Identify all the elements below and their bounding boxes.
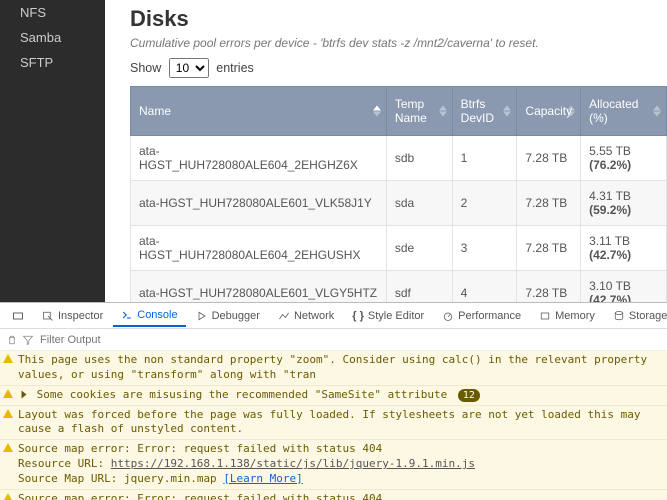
cell-cap: 7.28 TB [517, 226, 581, 271]
cell-temp: sdf [386, 271, 452, 303]
col-temp[interactable]: Temp Name [386, 87, 452, 136]
count-badge: 12 [458, 389, 480, 403]
page-title: Disks [130, 6, 667, 32]
trash-icon[interactable] [6, 334, 18, 346]
cell-devid: 3 [452, 226, 517, 271]
cell-alloc: 3.10 TB (42.7%) [581, 271, 667, 303]
table-row[interactable]: ata-HGST_HUH728080ALE604_2EHGHZ6Xsdb17.2… [131, 136, 667, 181]
console-warning: Source map error: Error: request failed … [0, 490, 667, 500]
cell-cap: 7.28 TB [517, 271, 581, 303]
cell-name: ata-HGST_HUH728080ALE604_2EHGUSHX [131, 226, 387, 271]
cell-name: ata-HGST_HUH728080ALE604_2EHGHZ6X [131, 136, 387, 181]
tab-console[interactable]: Console [113, 305, 185, 327]
warning-icon [3, 354, 13, 363]
col-name[interactable]: Name [131, 87, 387, 136]
console-warning: Layout was forced before the page was fu… [0, 406, 667, 441]
cell-devid: 2 [452, 181, 517, 226]
show-label-post: entries [216, 61, 254, 75]
console-warning[interactable]: Some cookies are misusing the recommende… [0, 386, 667, 406]
cell-temp: sda [386, 181, 452, 226]
resource-url-link[interactable]: https://192.168.1.138/static/js/lib/jque… [111, 457, 475, 470]
table-row[interactable]: ata-HGST_HUH728080ALE601_VLGY5HTZsdf47.2… [131, 271, 667, 303]
warning-icon [3, 409, 13, 418]
tab-storage[interactable]: Storage [605, 306, 667, 326]
tab-styleeditor[interactable]: { } Style Editor [344, 306, 432, 326]
cell-devid: 4 [452, 271, 517, 303]
cell-temp: sdb [386, 136, 452, 181]
cell-alloc: 4.31 TB (59.2%) [581, 181, 667, 226]
entries-select[interactable]: 10 [169, 58, 209, 78]
cell-cap: 7.28 TB [517, 136, 581, 181]
cell-name: ata-HGST_HUH728080ALE601_VLK58J1Y [131, 181, 387, 226]
cell-devid: 1 [452, 136, 517, 181]
filter-input[interactable] [38, 333, 158, 347]
sidebar-item-samba[interactable]: Samba [0, 25, 105, 50]
show-label-pre: Show [130, 61, 161, 75]
tab-memory[interactable]: Memory [531, 306, 603, 326]
cell-name: ata-HGST_HUH728080ALE601_VLGY5HTZ [131, 271, 387, 303]
col-capacity[interactable]: Capacity [517, 87, 581, 136]
table-row[interactable]: ata-HGST_HUH728080ALE604_2EHGUSHXsde37.2… [131, 226, 667, 271]
page-subtitle: Cumulative pool errors per device - 'btr… [130, 36, 667, 50]
col-allocated[interactable]: Allocated (%) [581, 87, 667, 136]
funnel-icon[interactable] [22, 334, 34, 346]
warning-icon [3, 443, 13, 452]
cell-cap: 7.28 TB [517, 181, 581, 226]
sidebar-item-sftp[interactable]: SFTP [0, 50, 105, 75]
warning-icon [3, 389, 13, 398]
devtools-tab-toggle[interactable] [4, 306, 32, 326]
tab-performance[interactable]: Performance [434, 306, 529, 326]
cell-alloc: 5.55 TB (76.2%) [581, 136, 667, 181]
sidebar: NFS Samba SFTP [0, 0, 105, 302]
tab-inspector[interactable]: Inspector [34, 306, 111, 326]
table-row[interactable]: ata-HGST_HUH728080ALE601_VLK58J1Ysda27.2… [131, 181, 667, 226]
cell-alloc: 3.11 TB (42.7%) [581, 226, 667, 271]
tab-network[interactable]: Network [270, 306, 342, 326]
table-length-control: Show 10 entries [130, 58, 667, 78]
console-warning: Source map error: Error: request failed … [0, 440, 667, 490]
col-devid[interactable]: Btrfs DevID [452, 87, 517, 136]
devtools-panel: Inspector Console Debugger Network { } S… [0, 302, 667, 500]
sidebar-item-nfs[interactable]: NFS [0, 0, 105, 25]
console-warning: This page uses the non standard property… [0, 351, 667, 386]
warning-icon [3, 493, 13, 500]
devtools-tabbar: Inspector Console Debugger Network { } S… [0, 303, 667, 329]
main-content: Disks Cumulative pool errors per device … [105, 0, 667, 302]
disk-table: Name Temp Name Btrfs DevID Capacity Allo… [130, 86, 667, 302]
expand-icon[interactable] [22, 390, 27, 398]
console-filter-row [0, 329, 667, 351]
cell-temp: sde [386, 226, 452, 271]
learn-more-link[interactable]: [Learn More] [223, 472, 302, 485]
console-output: This page uses the non standard property… [0, 351, 667, 500]
tab-debugger[interactable]: Debugger [188, 306, 268, 326]
